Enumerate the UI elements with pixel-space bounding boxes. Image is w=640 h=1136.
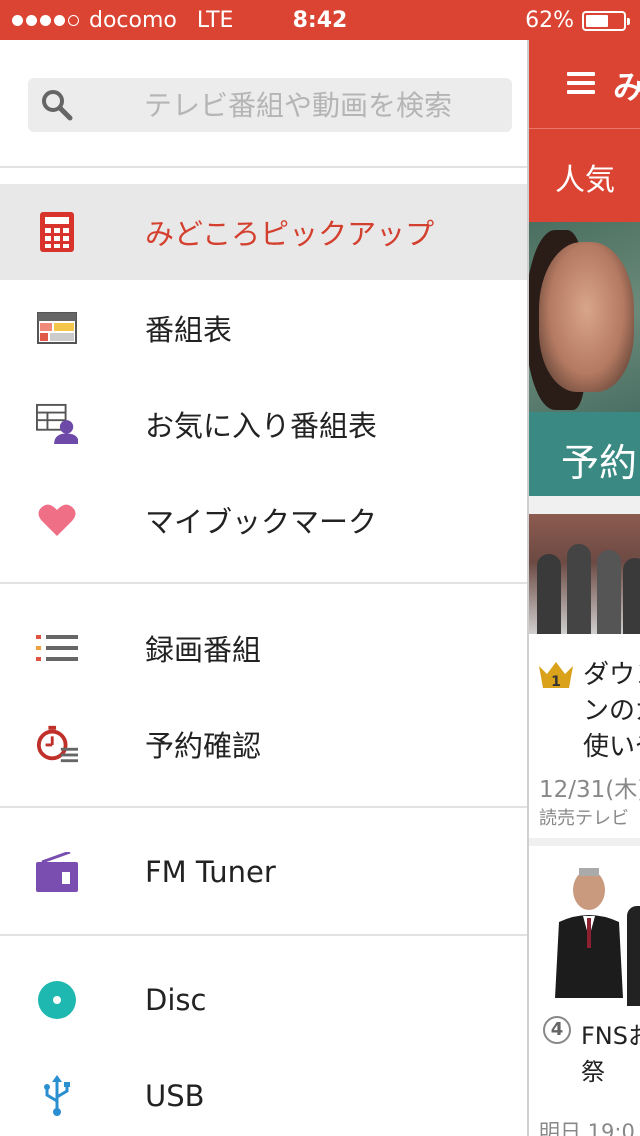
radio-icon	[36, 851, 78, 893]
program-thumbnail	[555, 868, 623, 998]
program-card[interactable]: 4 FNSお 祭 明日 19:0	[529, 846, 640, 1136]
menu-item-label: 予約確認	[145, 729, 262, 763]
usb-icon	[36, 1075, 78, 1117]
menu-item-fm-tuner[interactable]: FM Tuner	[0, 824, 527, 920]
search-bar[interactable]	[28, 78, 512, 132]
program-title-line: 祭	[581, 1058, 605, 1086]
thumbnail-figure	[567, 544, 591, 634]
tv-guide-icon	[36, 307, 78, 349]
divider	[0, 934, 527, 936]
hero-caption: 予約	[561, 441, 638, 485]
program-card[interactable]: 1 ダウン ンのガ 使いや 12/31(木) 読売テレビ	[529, 514, 640, 838]
menu-item-label: お気に入り番組表	[145, 409, 378, 443]
menu-item-label: 番組表	[145, 313, 233, 347]
thumbnail-figure	[597, 550, 621, 634]
battery-fill	[586, 14, 608, 27]
search-icon	[42, 90, 73, 121]
app-title: み	[613, 62, 640, 108]
divider	[0, 582, 527, 584]
hero-banner[interactable]: 予約	[529, 222, 640, 496]
calculator-grid-icon	[36, 211, 78, 253]
menu-item-recordings[interactable]: 録画番組	[0, 600, 527, 696]
menu-item-label: USB	[145, 1079, 205, 1113]
disc-icon	[36, 979, 78, 1021]
program-thumbnail	[529, 514, 640, 634]
tab-bar: 人気	[529, 128, 640, 222]
navigation-drawer: みどころピックアップ 番組表 お気に入り番組	[0, 40, 527, 1136]
program-title-line: ンのガ	[583, 696, 640, 726]
menu-item-label: マイブックマーク	[145, 505, 378, 539]
tab-popular[interactable]: 人気	[555, 155, 615, 199]
program-date: 12/31(木)	[539, 777, 640, 803]
app-header: み	[529, 40, 640, 128]
hero-image-face	[539, 242, 634, 392]
thumbnail-figure	[623, 558, 640, 634]
menu-item-disc[interactable]: Disc	[0, 952, 527, 1048]
menu-item-usb[interactable]: USB	[0, 1048, 527, 1136]
menu-item-label: FM Tuner	[145, 855, 276, 889]
hamburger-menu-icon[interactable]	[567, 72, 595, 96]
search-input[interactable]	[144, 86, 504, 124]
svg-text:1: 1	[551, 674, 561, 690]
menu-item-bookmarks[interactable]: マイブックマーク	[0, 472, 527, 568]
program-title-line: FNSお	[581, 1022, 640, 1050]
status-right: 62%	[525, 8, 630, 33]
menu-item-label: 録画番組	[145, 633, 262, 667]
menu-item-favorite-guide[interactable]: お気に入り番組表	[0, 376, 527, 472]
program-title-line: ダウン	[583, 660, 640, 690]
thumbnail-figure	[537, 554, 561, 634]
menu-item-tv-guide[interactable]: 番組表	[0, 280, 527, 376]
crown-rank-1-icon: 1	[539, 662, 573, 690]
rank-badge: 4	[543, 1016, 571, 1044]
menu-item-highlights[interactable]: みどころピックアップ	[0, 184, 527, 280]
program-channel: 読売テレビ	[539, 808, 629, 829]
program-date: 明日 19:0	[539, 1120, 635, 1136]
reservation-clock-icon	[36, 723, 78, 765]
status-bar: docomo LTE 8:42 62%	[0, 0, 640, 40]
divider	[0, 166, 527, 168]
heart-icon	[36, 499, 78, 541]
program-thumbnail-figure	[627, 906, 640, 1006]
list-icon	[36, 627, 78, 669]
main-content-partial: み 人気 予約 1 ダウン ンのガ 使いや 12/31(木) 読売テレビ	[527, 40, 640, 1136]
battery-percent: 62%	[525, 8, 574, 33]
menu-item-reservations[interactable]: 予約確認	[0, 696, 527, 792]
menu-item-label: みどころピックアップ	[145, 217, 435, 251]
battery-icon	[582, 10, 630, 31]
program-title-line: 使いや	[583, 732, 640, 762]
divider	[0, 806, 527, 808]
menu-item-label: Disc	[145, 983, 207, 1017]
favorite-guide-icon	[36, 403, 78, 445]
